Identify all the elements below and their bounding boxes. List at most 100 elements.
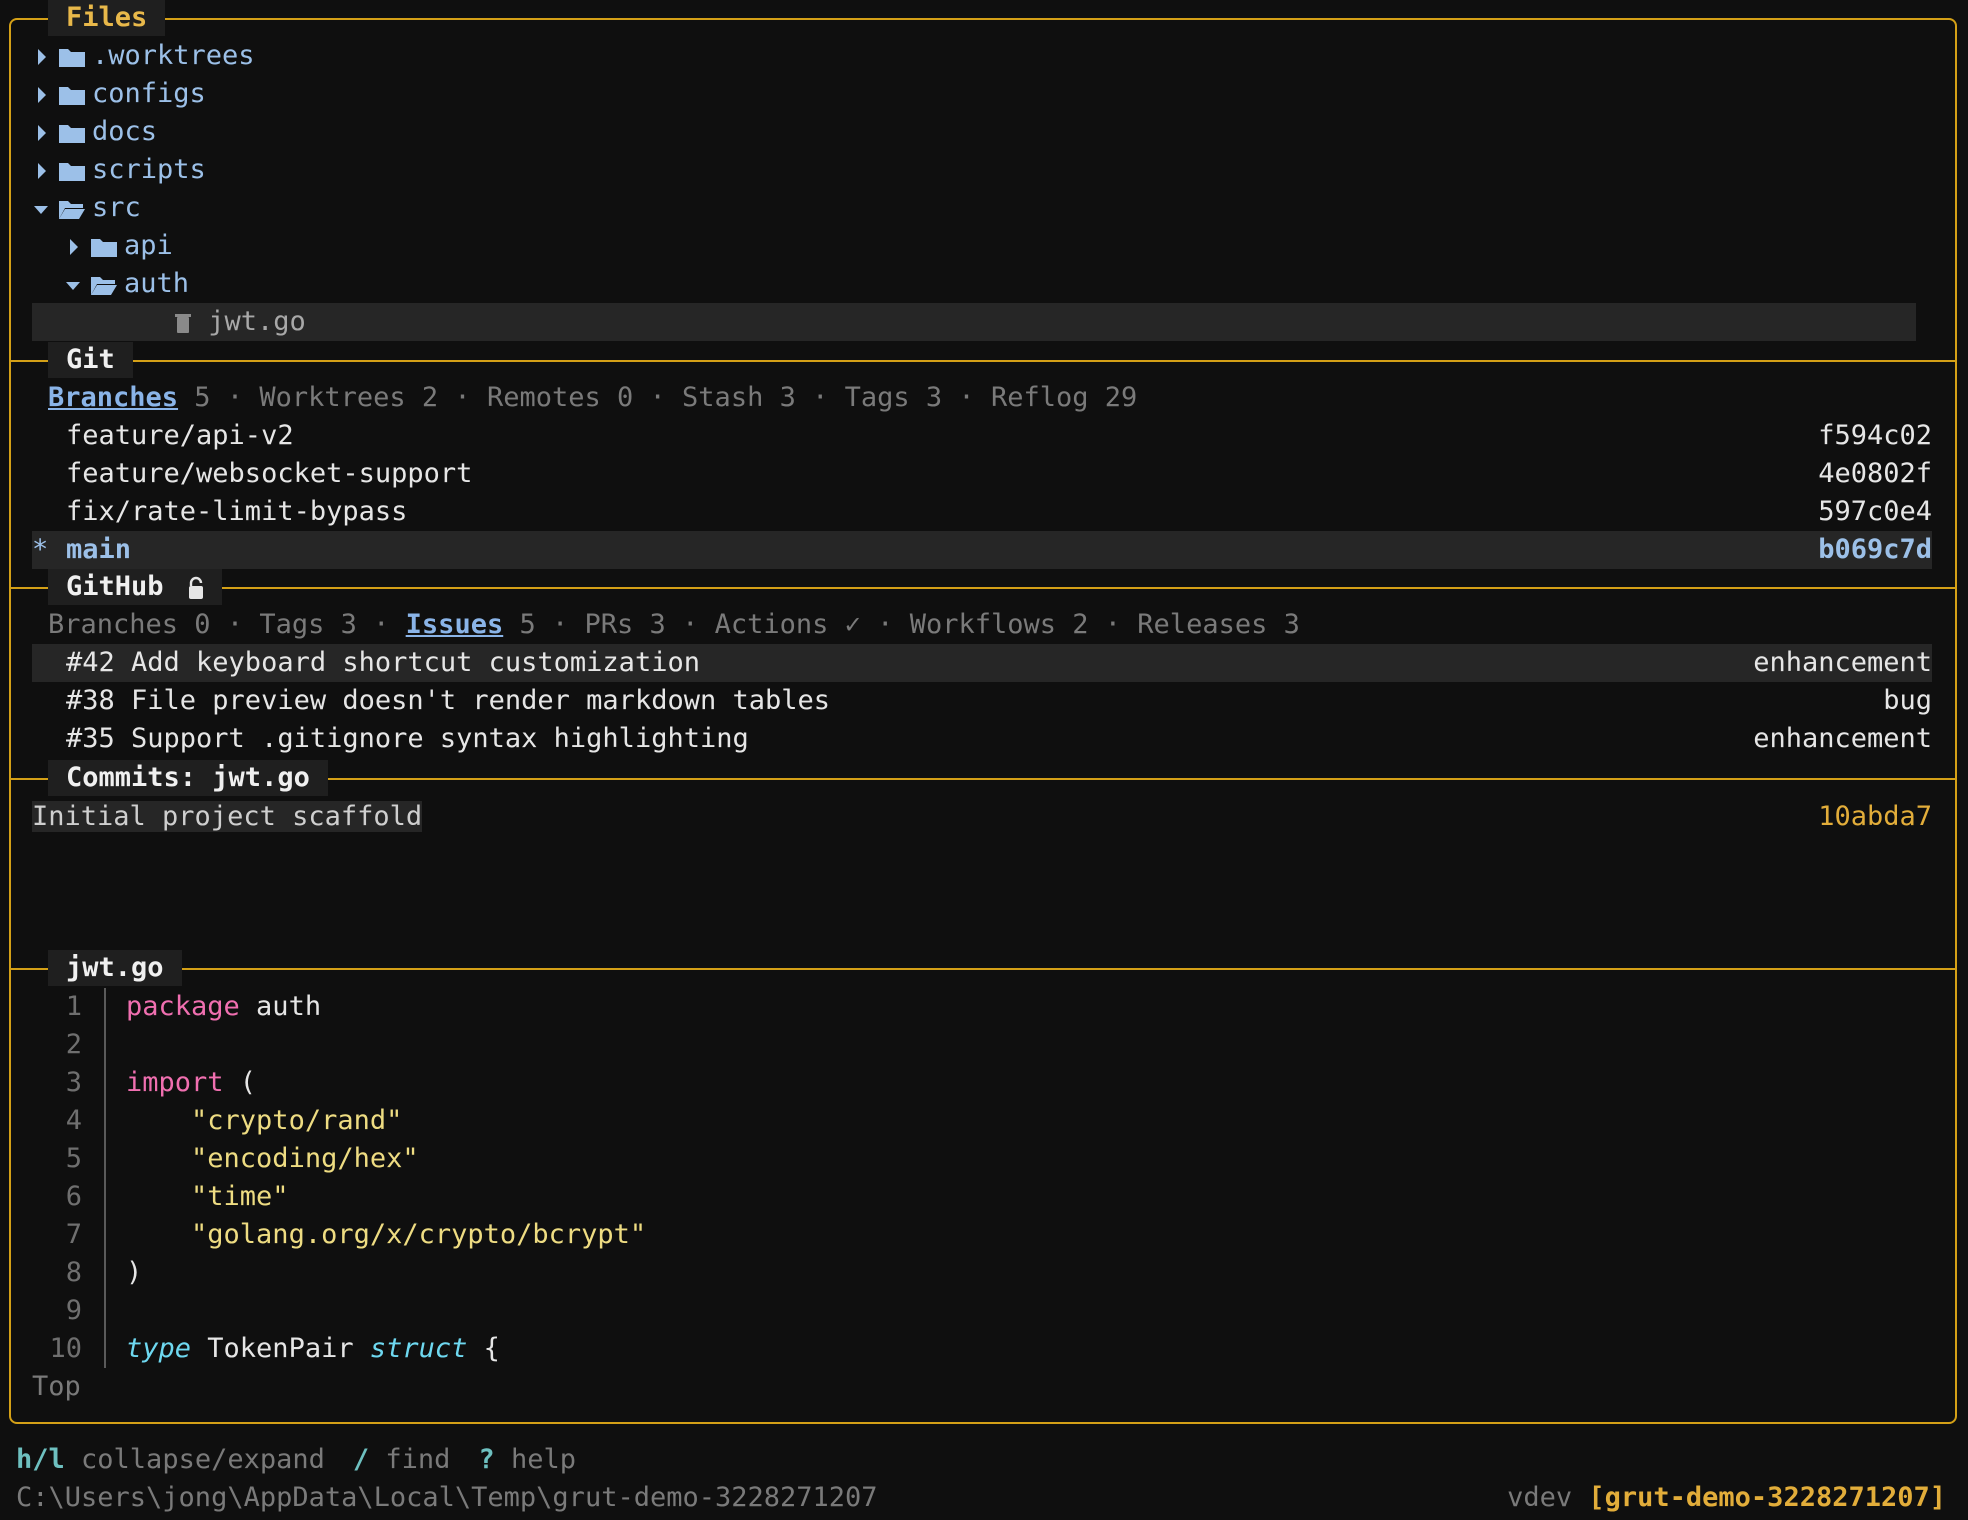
code-line: 5 "encoding/hex": [32, 1140, 419, 1178]
code-line: 10 type TokenPair struct {: [32, 1330, 500, 1368]
line-number: 2: [65, 1029, 82, 1060]
current-branch-marker: *: [32, 534, 49, 565]
hint-key: ?: [478, 1444, 495, 1475]
folder-name: api: [124, 230, 173, 261]
folder-name: .worktrees: [92, 40, 255, 71]
commit-hash: 10abda7: [1818, 801, 1932, 832]
tab-count: 2: [405, 382, 439, 413]
github-pane-title[interactable]: GitHub: [48, 569, 222, 605]
tab-separator: ·: [633, 382, 683, 413]
git-tab-remotes[interactable]: Remotes: [487, 382, 601, 413]
hint-key: /: [352, 1444, 370, 1475]
hint-label: find: [369, 1444, 451, 1475]
folder-item[interactable]: api: [32, 227, 1912, 265]
tab-separator: ·: [942, 382, 991, 413]
code-token: type: [126, 1333, 192, 1364]
github-tab-releases[interactable]: Releases: [1137, 609, 1267, 640]
commit-hash: b069c7d: [1818, 534, 1932, 565]
folder-item[interactable]: scripts: [32, 151, 1912, 189]
session-name: [grut-demo-3228271207]: [1588, 1482, 1946, 1513]
code-line: 7 "golang.org/x/crypto/bcrypt": [32, 1216, 646, 1254]
folder-item[interactable]: .worktrees: [32, 37, 1912, 75]
commit-hash: f594c02: [1818, 420, 1932, 451]
github-tab-issues[interactable]: Issues: [406, 609, 504, 640]
hint-label: collapse/expand: [64, 1444, 325, 1475]
issue-label: enhancement: [1753, 723, 1932, 754]
files-pane-title[interactable]: Files: [48, 0, 166, 36]
commit-hash: 4e0802f: [1818, 458, 1932, 489]
tab-count: 5: [503, 609, 536, 640]
code-token: TokenPair: [191, 1333, 370, 1364]
lock-icon: [188, 576, 203, 599]
branch-name: main: [66, 534, 132, 565]
chevron-down-icon: [66, 281, 80, 290]
tab-count: 3: [324, 609, 357, 640]
folder-name: configs: [92, 78, 206, 109]
folder-item[interactable]: auth: [32, 265, 1912, 303]
branch-row[interactable]: * main b069c7d: [32, 531, 1932, 569]
folder-item[interactable]: docs: [32, 113, 1912, 151]
code-line: 1 package auth: [32, 988, 321, 1026]
chevron-right-icon: [70, 238, 78, 255]
code-line: 8): [32, 1254, 142, 1292]
branch-row[interactable]: fix/rate-limit-bypass 597c0e4: [32, 493, 1932, 531]
github-tab-prs[interactable]: PRs: [585, 609, 634, 640]
issue-title: #35 Support .gitignore syntax highlighti…: [66, 723, 749, 754]
issue-row[interactable]: #42 Add keyboard shortcut customization e…: [32, 644, 1932, 682]
folder-icon: [91, 238, 117, 257]
tab-count: ✓: [828, 609, 861, 640]
chevron-right-icon: [38, 124, 46, 141]
branch-row[interactable]: feature/api-v2 f594c02: [32, 417, 1932, 455]
commit-message: Initial project scaffold: [32, 801, 423, 832]
git-tab-worktrees[interactable]: Worktrees: [259, 382, 405, 413]
code-token: struct: [369, 1333, 468, 1364]
gutter-divider: [104, 1292, 106, 1330]
git-tab-branches[interactable]: Branches: [48, 382, 178, 413]
commit-row[interactable]: Initial project scaffold 10abda7: [32, 798, 1932, 836]
issue-label: enhancement: [1753, 647, 1932, 678]
code-token: ): [126, 1257, 143, 1288]
folder-item[interactable]: configs: [32, 75, 1912, 113]
code-token: "encoding/hex": [191, 1143, 419, 1174]
github-tab-workflows[interactable]: Workflows: [910, 609, 1056, 640]
branch-name: feature/websocket-support: [66, 458, 473, 489]
issue-label: bug: [1883, 685, 1932, 716]
code-token: package: [126, 991, 240, 1022]
tab-count: 2: [1056, 609, 1089, 640]
git-tab-stash[interactable]: Stash: [682, 382, 763, 413]
hint-key: h/l: [16, 1444, 65, 1475]
folder-name: scripts: [92, 154, 206, 185]
branch-name: fix/rate-limit-bypass: [66, 496, 408, 527]
tab-separator: ·: [535, 609, 585, 640]
code-line: 9: [32, 1292, 126, 1330]
branch-row[interactable]: feature/websocket-support 4e0802f: [32, 455, 1932, 493]
github-tab-actions[interactable]: Actions: [715, 609, 829, 640]
github-tab-tags[interactable]: Tags: [259, 609, 324, 640]
file-item[interactable]: jwt.go: [32, 303, 1916, 341]
git-tab-tags[interactable]: Tags: [845, 382, 910, 413]
cwd-path: C:\Users\jong\AppData\Local\Temp\grut-de…: [16, 1482, 878, 1513]
commits-pane-title[interactable]: Commits: jwt.go: [48, 760, 328, 796]
preview-pane-title[interactable]: jwt.go: [48, 950, 182, 986]
folder-name: auth: [124, 268, 190, 299]
folder-item[interactable]: src: [32, 189, 1912, 227]
chevron-down-icon: [34, 205, 48, 214]
git-pane-title[interactable]: Git: [48, 342, 133, 378]
code-line: 6 "time": [32, 1178, 289, 1216]
tab-separator: ·: [210, 609, 260, 640]
github-tab-branches[interactable]: Branches: [48, 609, 178, 640]
line-number: 5: [65, 1143, 82, 1174]
issue-title: #38 File preview doesn't render markdown…: [66, 685, 831, 716]
git-tab-reflog[interactable]: Reflog: [991, 382, 1089, 413]
issue-row[interactable]: #35 Support .gitignore syntax highlighti…: [32, 720, 1932, 758]
code-token: import: [126, 1067, 224, 1098]
commit-hash: 597c0e4: [1818, 496, 1932, 527]
line-number: 9: [65, 1295, 82, 1326]
github-tabs: Branches 0 · Tags 3 · Issues 5 · PRs 3 ·…: [48, 606, 1300, 644]
tab-count: 3: [909, 382, 943, 413]
folder-name: src: [92, 192, 141, 223]
folder-icon: [59, 124, 85, 143]
issue-row[interactable]: #38 File preview doesn't render markdown…: [32, 682, 1932, 720]
